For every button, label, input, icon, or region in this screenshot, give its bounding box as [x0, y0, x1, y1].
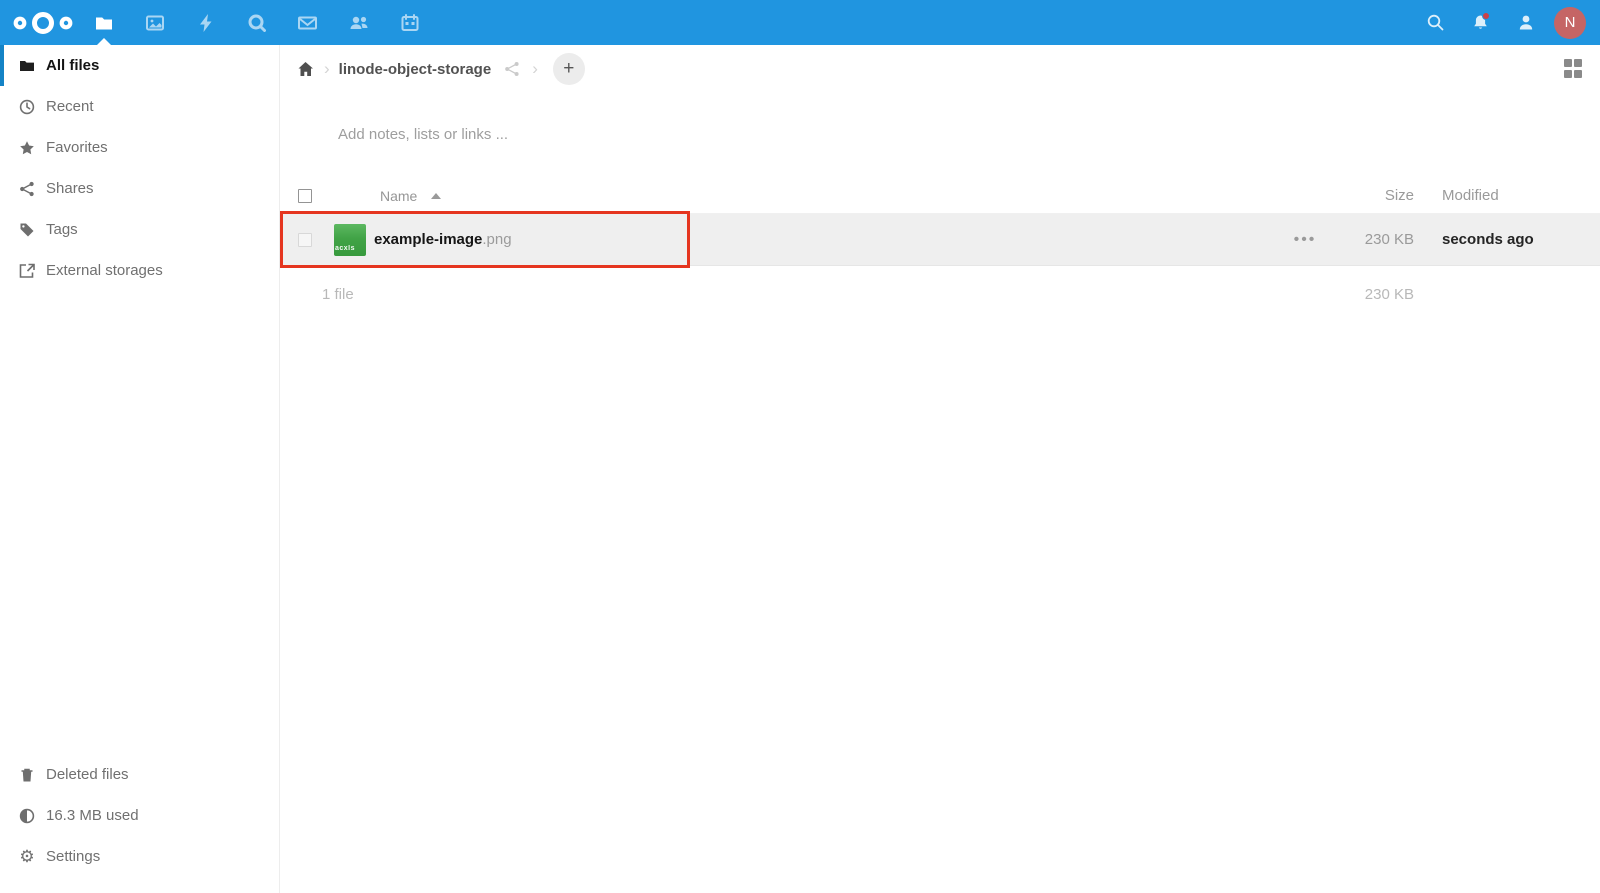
- app-calendar-button[interactable]: [384, 0, 435, 45]
- breadcrumb-share-button[interactable]: [501, 58, 523, 80]
- file-list-header: Name Size Modified: [280, 178, 1600, 214]
- sidebar-item-label: All files: [46, 57, 99, 74]
- grid-view-toggle-button[interactable]: [1562, 57, 1586, 81]
- file-list: Name Size Modified acxls example-image.p…: [280, 178, 1600, 322]
- quota-icon: [19, 808, 35, 824]
- sidebar-item-label: Recent: [46, 98, 94, 115]
- app-activity-button[interactable]: [180, 0, 231, 45]
- sidebar-item-label: Favorites: [46, 139, 108, 156]
- share-icon: [19, 181, 35, 197]
- summary-file-count: 1 file: [322, 286, 1329, 303]
- app-launcher: [78, 0, 435, 45]
- sidebar-item-tags[interactable]: Tags: [0, 209, 279, 250]
- sidebar-item-external-storages[interactable]: External storages: [0, 250, 279, 291]
- sort-ascending-icon: [431, 193, 441, 199]
- sidebar-item-settings[interactable]: ⚙ Settings: [0, 836, 279, 877]
- sidebar-item-label: Tags: [46, 221, 78, 238]
- app-photos-button[interactable]: [129, 0, 180, 45]
- app-mail-button[interactable]: [282, 0, 333, 45]
- file-list-summary: 1 file 230 KB: [280, 266, 1600, 322]
- search-icon: [1426, 13, 1445, 32]
- app-files-button[interactable]: [78, 0, 129, 45]
- column-header-modified[interactable]: Modified: [1442, 187, 1600, 204]
- clock-icon: [19, 99, 35, 115]
- settings-gear-icon: ⚙: [19, 849, 35, 865]
- activity-lightning-icon: [197, 13, 215, 33]
- breadcrumb-current-folder[interactable]: linode-object-storage: [339, 61, 492, 78]
- mail-envelope-icon: [297, 13, 318, 33]
- notifications-button[interactable]: [1458, 0, 1503, 45]
- sidebar-item-all-files[interactable]: All files: [0, 45, 279, 86]
- file-name[interactable]: example-image.png: [374, 231, 1281, 248]
- summary-total-size: 230 KB: [1329, 286, 1414, 303]
- files-sidebar: All files Recent Favorites Shares Tags: [0, 45, 280, 893]
- notes-input[interactable]: [336, 125, 936, 144]
- breadcrumb-home-button[interactable]: [295, 59, 315, 79]
- sidebar-item-label: Shares: [46, 180, 94, 197]
- user-avatar[interactable]: N: [1554, 7, 1586, 39]
- notes-row: [336, 114, 1600, 154]
- sidebar-item-deleted-files[interactable]: Deleted files: [0, 754, 279, 795]
- avatar-letter: N: [1565, 14, 1576, 31]
- file-row-example-image[interactable]: acxls example-image.png ••• 230 KB secon…: [280, 214, 1600, 266]
- top-header-bar: N: [0, 0, 1600, 45]
- contacts-menu-button[interactable]: [1503, 0, 1548, 45]
- trash-icon: [19, 767, 35, 783]
- grid-square: [1564, 59, 1572, 67]
- file-modified: seconds ago: [1442, 231, 1600, 248]
- sidebar-item-shares[interactable]: Shares: [0, 168, 279, 209]
- breadcrumb-chevron-icon: ›: [523, 59, 547, 79]
- photos-icon: [145, 13, 165, 33]
- new-file-button[interactable]: +: [553, 53, 585, 85]
- sidebar-item-label: Deleted files: [46, 766, 129, 783]
- folder-icon: [19, 58, 35, 74]
- external-storage-icon: [19, 263, 35, 279]
- breadcrumb: › linode-object-storage › +: [280, 48, 1600, 90]
- sidebar-item-label: Settings: [46, 848, 100, 865]
- app-search-button[interactable]: [231, 0, 282, 45]
- thumbnail-label: acxls: [335, 245, 355, 252]
- grid-square: [1574, 59, 1582, 67]
- contacts-people-icon: [348, 13, 370, 33]
- file-actions-menu-button[interactable]: •••: [1281, 231, 1329, 249]
- unified-search-button[interactable]: [1413, 0, 1458, 45]
- notification-badge-dot: [1482, 12, 1490, 20]
- grid-square: [1574, 70, 1582, 78]
- sidebar-item-favorites[interactable]: Favorites: [0, 127, 279, 168]
- sidebar-item-recent[interactable]: Recent: [0, 86, 279, 127]
- sidebar-item-label: 16.3 MB used: [46, 807, 139, 824]
- person-icon: [1517, 13, 1535, 32]
- file-size: 230 KB: [1329, 231, 1414, 248]
- file-thumbnail-image: acxls: [334, 224, 366, 256]
- header-right-cluster: N: [1413, 0, 1600, 45]
- sidebar-item-quota[interactable]: 16.3 MB used: [0, 795, 279, 836]
- column-header-name[interactable]: Name: [380, 188, 1281, 204]
- breadcrumb-chevron-icon: ›: [315, 59, 339, 79]
- star-icon: [19, 140, 35, 156]
- sidebar-item-label: External storages: [46, 262, 163, 279]
- calendar-icon: [400, 13, 420, 33]
- grid-square: [1564, 70, 1572, 78]
- files-folder-icon: [94, 13, 114, 33]
- file-row-checkbox[interactable]: [298, 233, 312, 247]
- select-all-checkbox[interactable]: [298, 189, 312, 203]
- files-main-content: › linode-object-storage › + Name Size Mo…: [280, 0, 1600, 322]
- search-app-icon: [247, 13, 267, 33]
- app-contacts-button[interactable]: [333, 0, 384, 45]
- tag-icon: [19, 222, 35, 238]
- sidebar-bottom-section: Deleted files 16.3 MB used ⚙ Settings: [0, 754, 279, 893]
- home-icon: [297, 61, 314, 77]
- nextcloud-logo[interactable]: [12, 9, 78, 37]
- column-header-size[interactable]: Size: [1329, 187, 1414, 204]
